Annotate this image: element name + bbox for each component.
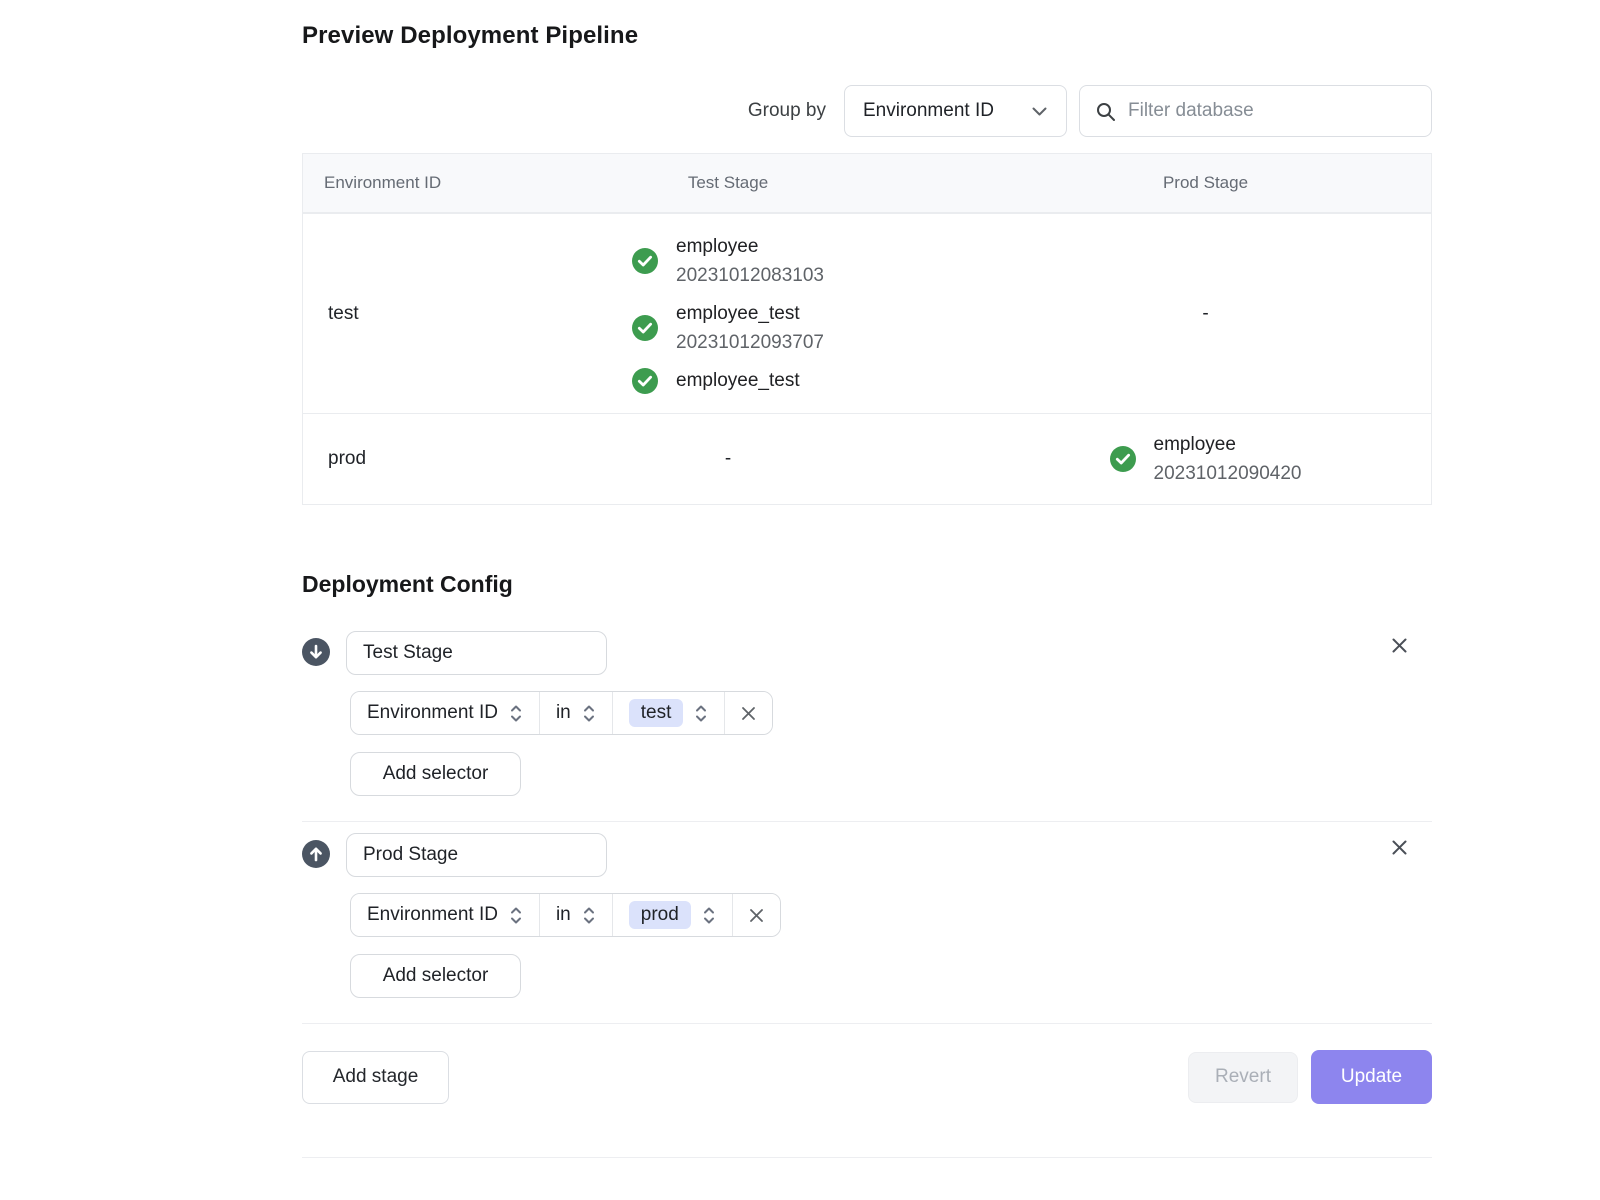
database-entry: employee_test 20231012093707 <box>632 299 824 357</box>
column-header-test-stage: Test Stage <box>476 173 980 193</box>
database-name: employee <box>676 232 824 261</box>
remove-stage-button[interactable] <box>1385 631 1414 660</box>
group-by-select[interactable]: Environment ID <box>844 85 1067 137</box>
database-name: employee_test <box>676 299 824 328</box>
remove-stage-button[interactable] <box>1385 833 1414 862</box>
column-header-prod-stage: Prod Stage <box>980 173 1431 193</box>
selector-operator-select[interactable]: in <box>540 894 613 936</box>
selector-key-value: Environment ID <box>367 904 498 926</box>
filter-database-box <box>1079 85 1432 137</box>
prod-stage-empty-cell: - <box>980 303 1431 325</box>
table-row-prod: prod - employee 20231012090420 <box>303 413 1431 504</box>
config-footer: Add stage Revert Update <box>302 1050 1432 1104</box>
database-timestamp: 20231012093707 <box>676 328 824 357</box>
remove-selector-button[interactable] <box>733 894 780 936</box>
up-down-icon <box>509 905 523 926</box>
revert-button[interactable]: Revert <box>1188 1052 1298 1103</box>
group-by-label: Group by <box>748 100 826 122</box>
filter-database-input[interactable] <box>1128 100 1416 122</box>
database-entry: employee 20231012083103 <box>632 232 824 290</box>
selector-row: Environment ID in prod <box>350 893 781 937</box>
add-selector-button[interactable]: Add selector <box>350 954 521 998</box>
table-row-test: test employee 20231012083103 <box>303 213 1431 413</box>
check-circle-icon <box>632 248 658 274</box>
selector-value-pill: prod <box>629 901 691 929</box>
column-header-environment-id: Environment ID <box>303 173 476 193</box>
close-icon <box>740 705 757 722</box>
divider <box>302 1023 1432 1024</box>
bottom-divider <box>302 1157 1432 1158</box>
database-name: employee_test <box>676 366 800 395</box>
group-by-value: Environment ID <box>863 100 994 122</box>
test-stage-empty-cell: - <box>476 448 980 470</box>
database-timestamp: 20231012090420 <box>1154 459 1302 488</box>
pipeline-table-header: Environment ID Test Stage Prod Stage <box>303 154 1431 213</box>
add-stage-button[interactable]: Add stage <box>302 1051 449 1104</box>
main-panel: Preview Deployment Pipeline Group by Env… <box>302 0 1432 1158</box>
chevron-down-icon <box>1031 106 1048 117</box>
remove-selector-button[interactable] <box>725 692 772 734</box>
up-down-icon <box>582 905 596 926</box>
database-name: employee <box>1154 430 1302 459</box>
check-circle-icon <box>632 315 658 341</box>
deployment-config-title: Deployment Config <box>302 571 1432 598</box>
database-entry: employee_test <box>632 366 824 395</box>
stage-name-input[interactable] <box>346 631 607 675</box>
environment-id-cell: test <box>303 303 476 325</box>
up-arrow-circle-icon <box>302 840 330 868</box>
stage-name-input[interactable] <box>346 833 607 877</box>
test-stage-cell: employee 20231012083103 employee_test 20… <box>476 216 980 411</box>
check-circle-icon <box>1110 446 1136 472</box>
page-title: Preview Deployment Pipeline <box>302 22 1432 50</box>
up-down-icon <box>582 703 596 724</box>
table-toolbar: Group by Environment ID <box>302 85 1432 137</box>
up-down-icon <box>694 703 708 724</box>
selector-value-pill: test <box>629 699 684 727</box>
selector-operator-value: in <box>556 702 571 724</box>
update-button[interactable]: Update <box>1311 1050 1432 1104</box>
down-arrow-circle-icon <box>302 638 330 666</box>
selector-operator-select[interactable]: in <box>540 692 613 734</box>
add-selector-button[interactable]: Add selector <box>350 752 521 796</box>
divider <box>302 821 1432 822</box>
close-icon <box>1389 644 1410 659</box>
search-icon <box>1095 101 1116 122</box>
up-down-icon <box>509 703 523 724</box>
check-circle-icon <box>632 368 658 394</box>
environment-id-cell: prod <box>303 448 476 470</box>
close-icon <box>748 907 765 924</box>
close-icon <box>1389 846 1410 861</box>
database-timestamp: 20231012083103 <box>676 261 824 290</box>
pipeline-table: Environment ID Test Stage Prod Stage tes… <box>302 153 1432 505</box>
prod-stage-cell: employee 20231012090420 <box>980 414 1431 504</box>
selector-value-select[interactable]: test <box>613 692 726 734</box>
stage-config-prod: Environment ID in prod <box>302 833 1432 998</box>
database-entry: employee 20231012090420 <box>1110 430 1302 488</box>
up-down-icon <box>702 905 716 926</box>
selector-operator-value: in <box>556 904 571 926</box>
selector-key-select[interactable]: Environment ID <box>351 894 540 936</box>
stage-config-test: Environment ID in test <box>302 631 1432 796</box>
selector-key-select[interactable]: Environment ID <box>351 692 540 734</box>
selector-value-select[interactable]: prod <box>613 894 733 936</box>
selector-row: Environment ID in test <box>350 691 773 735</box>
selector-key-value: Environment ID <box>367 702 498 724</box>
